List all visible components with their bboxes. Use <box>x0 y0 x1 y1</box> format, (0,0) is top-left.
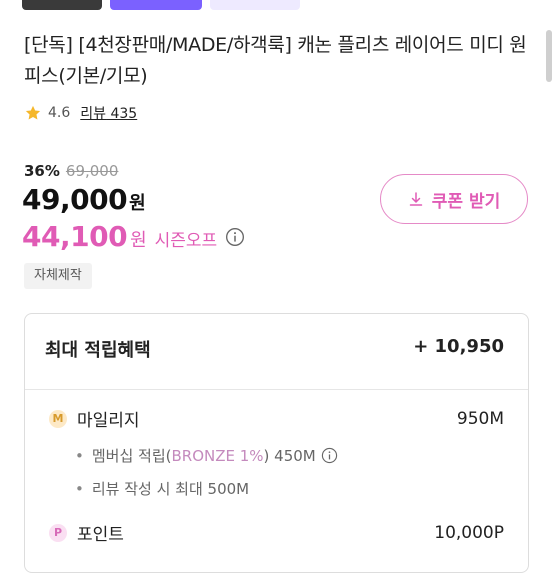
tag-purple <box>110 0 202 10</box>
sale-price-row: 44,100 원 시즌오프 <box>22 220 245 253</box>
original-price: 69,000 <box>65 162 119 180</box>
benefit-total: + 10,950 <box>413 336 504 357</box>
benefit-title: 최대 적립혜택 <box>45 340 151 361</box>
membership-suffix: ) 450M <box>263 446 316 465</box>
tag-light <box>210 0 300 10</box>
top-tags <box>22 0 300 12</box>
download-icon <box>409 192 422 206</box>
product-title: [단독] [4천장판매/MADE/하객룩] 캐논 플리츠 레이어드 미디 원피스… <box>24 34 527 87</box>
membership-mileage-line: • 멤버십 적립( BRONZE 1% ) 450M <box>75 445 338 466</box>
info-icon[interactable] <box>321 447 338 464</box>
price-unit: 원 <box>129 193 146 214</box>
mileage-label: 마일리지 <box>77 411 140 431</box>
price-row: 49,000 원 <box>22 183 146 216</box>
review-link[interactable]: 리뷰 435 <box>80 103 137 123</box>
membership-grade: BRONZE 1% <box>171 446 264 465</box>
review-label: 리뷰 <box>80 106 107 122</box>
mileage-value: 950M <box>456 408 504 429</box>
divider <box>25 389 528 390</box>
star-icon <box>25 105 41 120</box>
mileage-coin-icon: M <box>49 409 67 428</box>
point-row: P 포인트 10,000P <box>49 520 504 545</box>
review-mileage-text: 리뷰 작성 시 최대 500M <box>91 480 250 498</box>
rating-score: 4.6 <box>48 105 71 121</box>
price-value: 49,000 <box>22 183 128 216</box>
review-count: 435 <box>110 106 138 122</box>
mileage-row: M 마일리지 950M <box>49 406 504 431</box>
point-coin-icon: P <box>49 523 67 542</box>
coupon-label: 쿠폰 받기 <box>431 191 501 212</box>
discount-row: 36% 69,000 <box>24 162 118 180</box>
tag-dark <box>22 0 102 10</box>
review-mileage-line: • 리뷰 작성 시 최대 500M <box>75 478 249 499</box>
benefit-box: 최대 적립혜택 + 10,950 M 마일리지 950M • 멤버십 적립( B… <box>24 313 529 573</box>
bullet: • <box>75 446 84 465</box>
point-label: 포인트 <box>77 525 124 545</box>
sale-price-value: 44,100 <box>22 220 128 253</box>
scrollbar[interactable] <box>546 30 552 82</box>
discount-rate: 36% <box>24 162 60 180</box>
bullet: • <box>75 479 84 498</box>
benefit-header: 최대 적립혜택 + 10,950 <box>45 336 504 362</box>
info-icon[interactable] <box>225 227 245 247</box>
sale-price-unit: 원 <box>130 230 147 251</box>
self-made-badge: 자체제작 <box>24 263 92 289</box>
rating-row: 4.6 리뷰 435 <box>24 103 137 123</box>
point-value: 10,000P <box>434 522 504 543</box>
membership-prefix: 멤버십 적립( <box>91 447 172 465</box>
coupon-button[interactable]: 쿠폰 받기 <box>380 174 528 224</box>
sale-label: 시즌오프 <box>154 231 218 251</box>
